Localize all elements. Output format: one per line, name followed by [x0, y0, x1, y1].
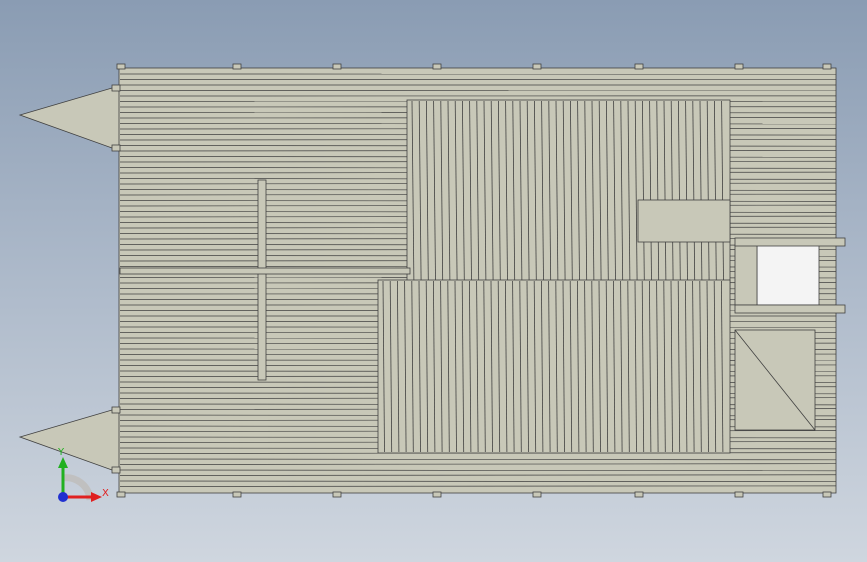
x-axis-head	[91, 492, 102, 502]
x-axis-label: X	[102, 488, 109, 499]
y-axis-label: Y	[57, 447, 65, 458]
z-axis-origin	[58, 492, 68, 502]
y-axis-head	[58, 457, 68, 468]
axis-triad: Y X	[57, 447, 109, 502]
